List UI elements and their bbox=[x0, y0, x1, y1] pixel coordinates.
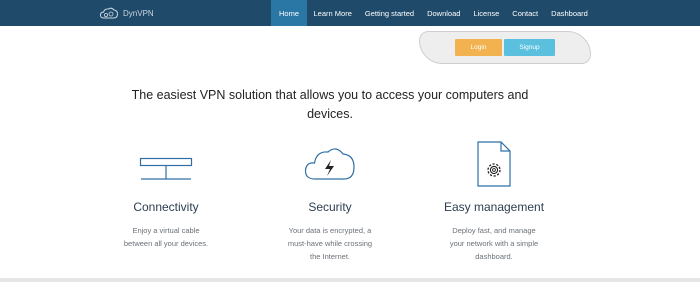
nav-download[interactable]: Download bbox=[421, 0, 467, 26]
network-icon bbox=[139, 157, 193, 180]
nav-license[interactable]: License bbox=[467, 0, 506, 26]
feature-title: Connectivity bbox=[133, 200, 199, 214]
feature-desc-line: between all your devices. bbox=[123, 239, 209, 248]
nav-learn-more[interactable]: Learn More bbox=[307, 0, 358, 26]
feature-connectivity: Connectivity Enjoy a virtual cable betwe… bbox=[86, 140, 246, 250]
feature-desc-line: must-have while crossing bbox=[287, 239, 373, 248]
nav-contact[interactable]: Contact bbox=[506, 0, 545, 26]
cloud-logo-icon bbox=[99, 7, 119, 19]
hero-headline: The easiest VPN solution that allows you… bbox=[131, 88, 529, 121]
signup-button[interactable]: Signup bbox=[504, 39, 555, 56]
feature-desc-line: your network with a simple bbox=[449, 239, 539, 248]
login-button[interactable]: Login bbox=[455, 39, 502, 56]
feature-title: Security bbox=[308, 200, 352, 214]
main-nav: Home Learn More Getting started Download… bbox=[271, 0, 594, 26]
feature-desc-line: dashboard. bbox=[475, 252, 513, 261]
feature-description: Your data is encrypted, a must-have whil… bbox=[275, 224, 385, 263]
document-gear-icon bbox=[477, 141, 511, 187]
footer-divider bbox=[0, 278, 700, 282]
feature-desc-line: Your data is encrypted, a bbox=[288, 226, 372, 235]
feature-title: Easy management bbox=[443, 200, 545, 214]
feature-easy-management: Easy management Deploy fast, and manage … bbox=[414, 140, 574, 263]
brand-name: DynVPN bbox=[123, 8, 154, 18]
top-navbar: DynVPN Home Learn More Getting started D… bbox=[0, 0, 700, 26]
feature-description: Enjoy a virtual cable between all your d… bbox=[111, 224, 221, 250]
nav-dashboard[interactable]: Dashboard bbox=[545, 0, 595, 26]
feature-desc-line: Deploy fast, and manage bbox=[452, 226, 536, 235]
feature-description: Deploy fast, and manage your network wit… bbox=[439, 224, 549, 263]
cloud-bolt-icon bbox=[304, 148, 355, 180]
feature-security: Security Your data is encrypted, a must-… bbox=[250, 140, 410, 263]
nav-getting-started[interactable]: Getting started bbox=[358, 0, 420, 26]
brand[interactable]: DynVPN bbox=[99, 5, 154, 21]
nav-home[interactable]: Home bbox=[271, 0, 308, 26]
feature-desc-line: Enjoy a virtual cable bbox=[132, 226, 200, 235]
feature-desc-line: the Internet. bbox=[309, 252, 351, 261]
